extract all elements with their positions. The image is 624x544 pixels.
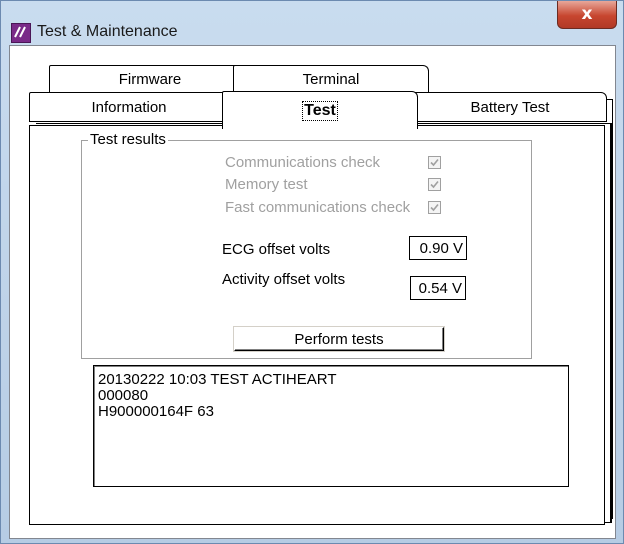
tab-firmware[interactable]: Firmware bbox=[49, 65, 251, 92]
ecg-offset-value: 0.90 V bbox=[409, 236, 467, 260]
tab-information-label: Information bbox=[91, 98, 167, 116]
perform-tests-button[interactable]: Perform tests bbox=[233, 326, 445, 352]
fast-communications-check-checkbox[interactable] bbox=[428, 201, 441, 214]
activity-offset-value: 0.54 V bbox=[410, 276, 466, 300]
test-results-legend: Test results bbox=[88, 131, 168, 148]
app-logo-icon bbox=[11, 23, 31, 43]
close-icon: x bbox=[581, 4, 593, 24]
log-line: 20130222 10:03 TEST ACTIHEART bbox=[98, 371, 337, 388]
tab-battery-test[interactable]: Battery Test bbox=[413, 92, 607, 122]
tab-terminal[interactable]: Terminal bbox=[233, 65, 429, 92]
memory-test-label: Memory test bbox=[225, 176, 308, 193]
tab-test[interactable]: Test bbox=[222, 91, 418, 129]
tab-test-label: Test bbox=[302, 100, 338, 121]
dialog-client-area: Firmware Terminal Information Battery Te… bbox=[9, 45, 616, 539]
close-button[interactable]: x bbox=[557, 1, 617, 29]
panel-edge bbox=[605, 99, 613, 519]
communications-check-label: Communications check bbox=[225, 154, 381, 171]
log-line: 000080 bbox=[98, 387, 149, 404]
app-window: Test & Maintenance x Firmware Terminal I… bbox=[0, 0, 624, 544]
title-bar[interactable]: Test & Maintenance x bbox=[1, 1, 623, 43]
check-icon bbox=[430, 158, 439, 167]
test-log-textbox[interactable]: 20130222 10:03 TEST ACTIHEART 000080 H90… bbox=[93, 365, 569, 487]
memory-test-checkbox[interactable] bbox=[428, 178, 441, 191]
check-icon bbox=[430, 180, 439, 189]
check-icon bbox=[430, 203, 439, 212]
ecg-offset-label: ECG offset volts bbox=[222, 241, 331, 258]
window-title: Test & Maintenance bbox=[37, 23, 178, 40]
communications-check-checkbox[interactable] bbox=[428, 156, 441, 169]
log-line: H900000164F 63 bbox=[98, 403, 214, 420]
activity-offset-label: Activity offset volts bbox=[222, 271, 346, 288]
tab-information[interactable]: Information bbox=[29, 92, 229, 122]
tab-firmware-label: Firmware bbox=[118, 70, 182, 88]
tab-battery-test-label: Battery Test bbox=[470, 98, 550, 116]
fast-communications-check-label: Fast communications check bbox=[225, 199, 411, 216]
tab-terminal-label: Terminal bbox=[302, 70, 360, 88]
